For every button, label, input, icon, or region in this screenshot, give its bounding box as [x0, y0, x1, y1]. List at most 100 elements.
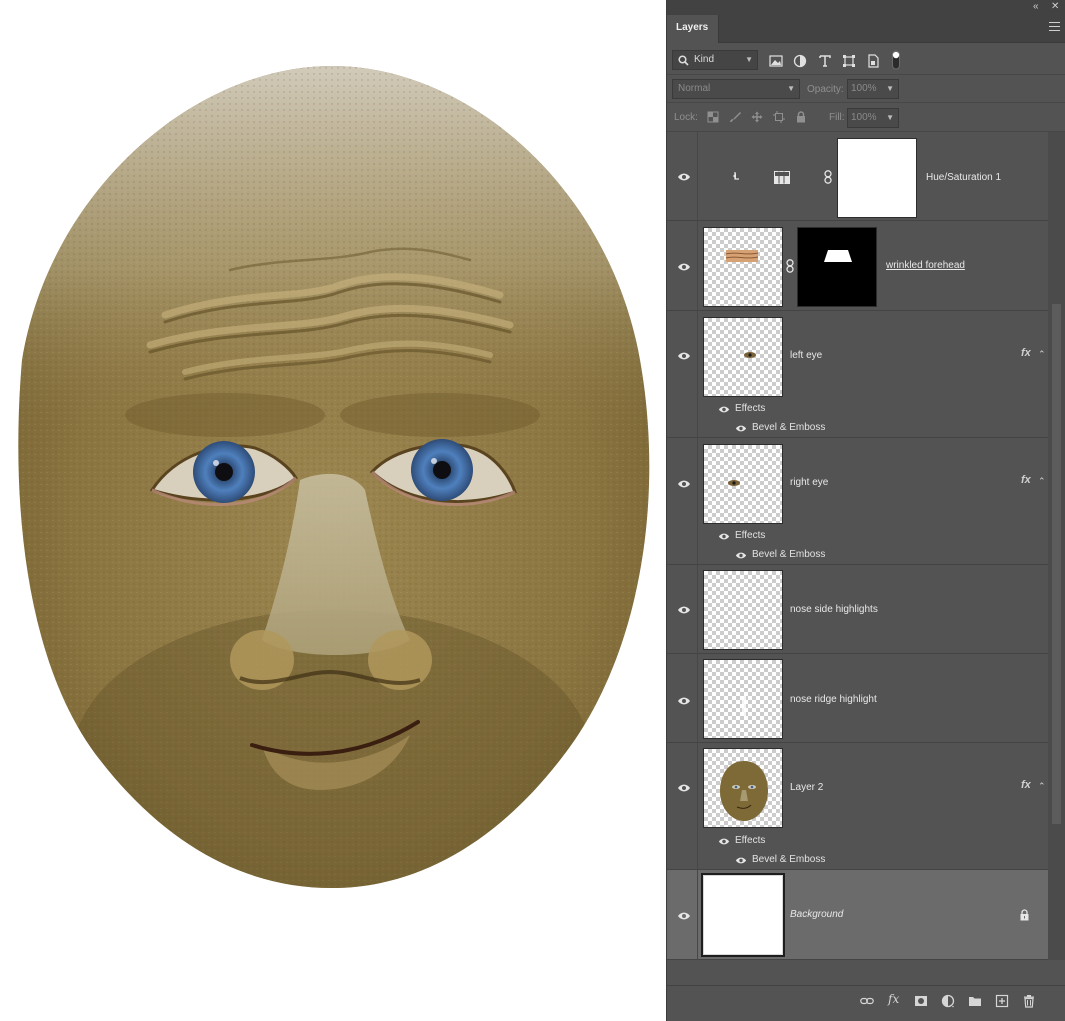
- visibility-toggle[interactable]: [667, 438, 698, 564]
- layer-list: Hue/Saturation 1 wrinkled forehead left …: [667, 132, 1048, 960]
- smart-object-filter-icon[interactable]: [866, 54, 880, 68]
- opacity-value: 100%: [851, 83, 877, 94]
- document-canvas[interactable]: [0, 0, 666, 1021]
- layer-thumbnail[interactable]: [703, 659, 783, 739]
- lock-transparent-pixels-icon[interactable]: [707, 111, 719, 123]
- layer-name[interactable]: nose ridge highlight: [790, 694, 877, 705]
- layer-list-scrollbar[interactable]: [1048, 132, 1065, 960]
- filter-toggle-icon[interactable]: [889, 50, 903, 70]
- visibility-toggle[interactable]: [667, 743, 698, 869]
- eye-icon[interactable]: [677, 262, 691, 272]
- chevron-up-icon[interactable]: ⌃: [1038, 349, 1046, 360]
- eye-icon[interactable]: [735, 424, 747, 433]
- chevron-up-icon[interactable]: ⌃: [1038, 476, 1046, 487]
- eye-icon[interactable]: [718, 532, 730, 541]
- close-panel-button[interactable]: ✕: [1051, 1, 1059, 13]
- layer-name[interactable]: nose side highlights: [790, 604, 878, 615]
- layer-thumbnail[interactable]: [703, 570, 783, 650]
- layer-thumbnail[interactable]: [703, 748, 783, 828]
- layer-row-layer-2[interactable]: Layer 2 fx ⌃ Effects Bevel & Emboss: [667, 743, 1048, 870]
- lock-position-icon[interactable]: [751, 111, 763, 123]
- eye-icon[interactable]: [677, 172, 691, 182]
- layer-row-left-eye[interactable]: left eye fx ⌃ Effects Bevel & Emboss: [667, 311, 1048, 438]
- opacity-input[interactable]: 100% ▼: [847, 79, 899, 99]
- effects-label[interactable]: Effects: [735, 530, 765, 541]
- new-adjustment-layer-icon[interactable]: [941, 994, 955, 1008]
- scrollbar-thumb[interactable]: [1052, 304, 1061, 824]
- layer-thumbnail[interactable]: [703, 444, 783, 524]
- visibility-toggle[interactable]: [667, 311, 698, 437]
- search-icon: [678, 55, 689, 66]
- panel-tab-bar: Layers: [667, 15, 1065, 43]
- visibility-toggle[interactable]: [667, 132, 698, 220]
- layer-row-nose-ridge-highlight[interactable]: nose ridge highlight: [667, 654, 1048, 743]
- fx-badge[interactable]: fx: [1021, 779, 1031, 791]
- layer-row-hue-saturation[interactable]: Hue/Saturation 1: [667, 132, 1048, 221]
- add-mask-icon[interactable]: [914, 994, 928, 1008]
- face-thumbnail-art: [720, 761, 768, 821]
- fill-input[interactable]: 100% ▼: [847, 108, 899, 128]
- new-layer-icon[interactable]: [995, 994, 1009, 1008]
- tab-layers[interactable]: Layers: [667, 15, 719, 43]
- link-layers-icon[interactable]: [860, 994, 874, 1008]
- layer-row-background[interactable]: Background: [667, 870, 1048, 960]
- blend-mode-dropdown[interactable]: Normal ▼: [672, 79, 800, 99]
- chain-link-icon[interactable]: [785, 259, 795, 273]
- layer-thumbnail[interactable]: [703, 317, 783, 397]
- eye-icon[interactable]: [735, 856, 747, 865]
- hue-saturation-adjustment-icon: [774, 171, 790, 184]
- fx-badge[interactable]: fx: [1021, 347, 1031, 359]
- chevron-down-icon: ▼: [886, 84, 894, 93]
- effects-label[interactable]: Effects: [735, 835, 765, 846]
- filter-kind-dropdown[interactable]: Kind ▼: [672, 50, 758, 70]
- bevel-emboss-effect-label[interactable]: Bevel & Emboss: [752, 422, 825, 433]
- layer-name[interactable]: wrinkled forehead: [886, 260, 965, 271]
- fx-badge[interactable]: fx: [1021, 474, 1031, 486]
- eye-icon[interactable]: [677, 696, 691, 706]
- shape-filter-icon[interactable]: [842, 54, 856, 68]
- chevron-up-icon[interactable]: ⌃: [1038, 781, 1046, 792]
- adjustment-filter-icon[interactable]: [793, 54, 807, 68]
- layer-name[interactable]: left eye: [790, 350, 822, 361]
- layer-row-nose-side-highlights[interactable]: nose side highlights: [667, 565, 1048, 654]
- bevel-emboss-effect-label[interactable]: Bevel & Emboss: [752, 854, 825, 865]
- layer-style-fx-icon[interactable]: fx: [888, 992, 902, 1006]
- hamburger-menu-icon[interactable]: [1049, 22, 1060, 32]
- collapse-panel-button[interactable]: «: [1033, 1, 1039, 13]
- adjustment-mask-thumbnail[interactable]: [837, 138, 917, 218]
- layer-row-right-eye[interactable]: right eye fx ⌃ Effects Bevel & Emboss: [667, 438, 1048, 565]
- new-group-folder-icon[interactable]: [968, 994, 982, 1008]
- visibility-toggle[interactable]: [667, 870, 698, 959]
- layer-name[interactable]: Layer 2: [790, 782, 823, 793]
- layer-thumbnail[interactable]: [701, 873, 785, 957]
- eye-icon[interactable]: [718, 837, 730, 846]
- visibility-toggle[interactable]: [667, 565, 698, 653]
- layer-name[interactable]: Background: [790, 909, 843, 920]
- layer-thumbnail[interactable]: [703, 227, 783, 307]
- visibility-toggle[interactable]: [667, 654, 698, 742]
- layer-name[interactable]: right eye: [790, 477, 828, 488]
- lock-icon[interactable]: [1019, 909, 1030, 921]
- bevel-emboss-effect-label[interactable]: Bevel & Emboss: [752, 549, 825, 560]
- eye-icon[interactable]: [677, 783, 691, 793]
- eye-icon[interactable]: [677, 605, 691, 615]
- visibility-toggle[interactable]: [667, 221, 698, 310]
- layer-mask-thumbnail[interactable]: [797, 227, 877, 307]
- lock-artboard-icon[interactable]: [773, 111, 785, 123]
- lock-all-icon[interactable]: [795, 111, 807, 123]
- image-filter-icon[interactable]: [769, 54, 783, 68]
- eye-icon[interactable]: [677, 351, 691, 361]
- eye-icon[interactable]: [677, 911, 691, 921]
- delete-layer-trash-icon[interactable]: [1022, 994, 1036, 1008]
- lock-image-pixels-icon[interactable]: [729, 111, 741, 123]
- type-filter-icon[interactable]: [818, 54, 832, 68]
- eye-icon[interactable]: [718, 405, 730, 414]
- layer-filter-bar: Kind ▼: [667, 44, 1065, 75]
- layer-row-wrinkled-forehead[interactable]: wrinkled forehead: [667, 221, 1048, 311]
- eye-icon[interactable]: [735, 551, 747, 560]
- eye-icon[interactable]: [677, 479, 691, 489]
- layer-name[interactable]: Hue/Saturation 1: [926, 172, 1001, 183]
- chain-link-icon[interactable]: [823, 170, 833, 184]
- effects-label[interactable]: Effects: [735, 403, 765, 414]
- lock-bar: Lock: Fill: 100% ▼: [667, 103, 1065, 132]
